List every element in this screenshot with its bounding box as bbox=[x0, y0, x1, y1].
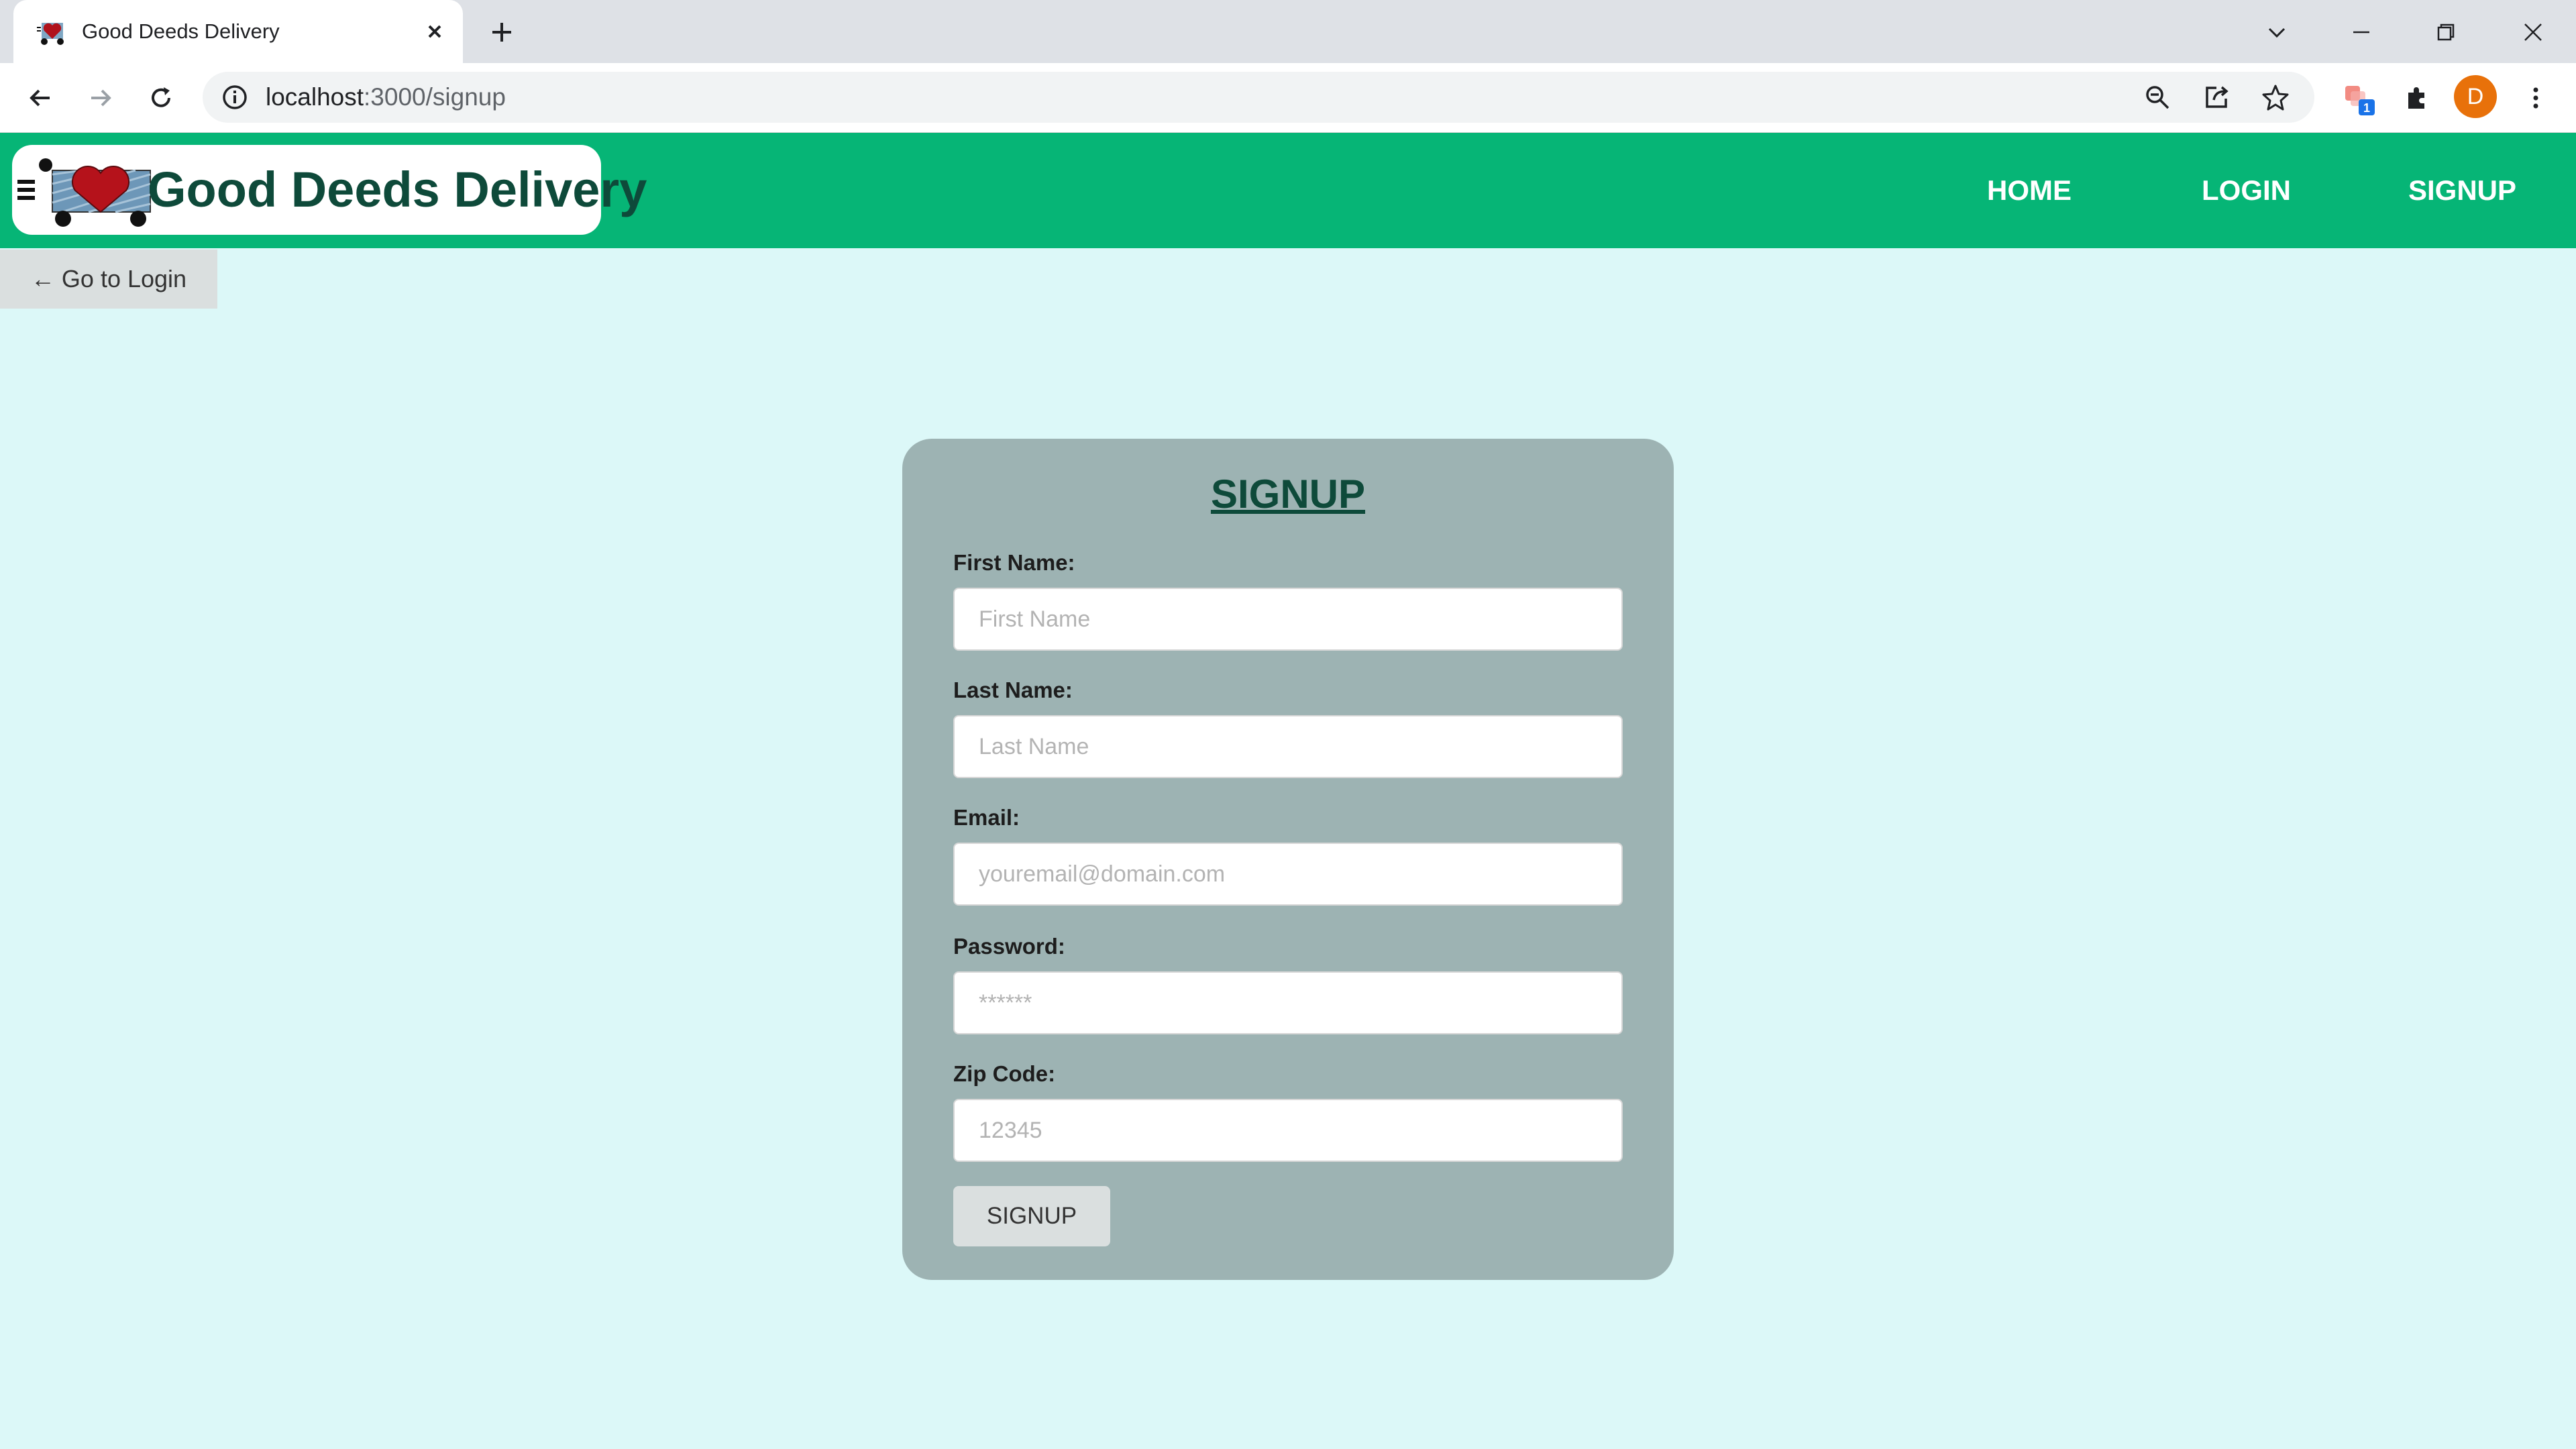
zip-code-label: Zip Code: bbox=[953, 1061, 1056, 1086]
share-icon[interactable] bbox=[2198, 78, 2235, 116]
first-name-label: First Name: bbox=[953, 550, 1075, 575]
signup-form-title: SIGNUP bbox=[1210, 472, 1366, 517]
signup-submit-button[interactable]: SIGNUP bbox=[953, 1186, 1110, 1246]
site-info-icon[interactable] bbox=[221, 84, 248, 111]
extension-badge: 1 bbox=[2363, 101, 2370, 115]
close-window-icon[interactable] bbox=[2512, 11, 2555, 54]
site-favicon-icon bbox=[37, 23, 64, 45]
browser-toolbar: localhost:3000/signup 1 bbox=[0, 63, 2576, 133]
brand-logo-link[interactable]: Good Deeds Delivery bbox=[12, 145, 647, 235]
extensions-puzzle-icon[interactable] bbox=[2395, 76, 2438, 119]
zoom-icon[interactable] bbox=[2139, 78, 2176, 116]
extension-icon[interactable]: 1 bbox=[2337, 76, 2380, 119]
email-label: Email: bbox=[953, 805, 1020, 830]
reload-icon[interactable] bbox=[140, 76, 182, 119]
nav-login-link[interactable]: LOGIN bbox=[2202, 133, 2291, 248]
url-text[interactable]: localhost:3000/signup bbox=[266, 72, 506, 123]
profile-avatar[interactable]: D bbox=[2454, 75, 2497, 118]
minimize-icon[interactable] bbox=[2340, 11, 2383, 54]
zip-code-input[interactable] bbox=[953, 1099, 1623, 1162]
new-tab-plus-icon[interactable] bbox=[486, 16, 518, 48]
browser-tab[interactable]: Good Deeds Delivery bbox=[13, 0, 463, 63]
site-header: Good Deeds Delivery HOME LOGIN SIGNUP bbox=[0, 133, 2576, 248]
password-label: Password: bbox=[953, 934, 1065, 959]
go-to-login-button[interactable]: ← Go to Login bbox=[0, 250, 217, 309]
browser-menu-icon[interactable] bbox=[2514, 76, 2557, 119]
email-input[interactable] bbox=[953, 843, 1623, 906]
tab-search-chevron-icon[interactable] bbox=[2255, 11, 2298, 54]
nav-home-link[interactable]: HOME bbox=[1987, 133, 2072, 248]
restore-icon[interactable] bbox=[2424, 11, 2467, 54]
back-arrow-icon[interactable] bbox=[19, 76, 62, 119]
signup-form-card: SIGNUP First Name: Last Name: Email: Pas… bbox=[902, 439, 1674, 1280]
nav-signup-link[interactable]: SIGNUP bbox=[2408, 133, 2516, 248]
tab-title: Good Deeds Delivery bbox=[82, 19, 280, 43]
last-name-label: Last Name: bbox=[953, 678, 1073, 702]
browser-tab-strip: Good Deeds Delivery bbox=[0, 0, 2576, 63]
password-input[interactable] bbox=[953, 971, 1623, 1034]
first-name-input[interactable] bbox=[953, 588, 1623, 651]
forward-arrow-icon[interactable] bbox=[79, 76, 122, 119]
close-tab-icon[interactable] bbox=[419, 15, 451, 48]
delivery-cart-heart-logo bbox=[17, 158, 151, 227]
bookmark-star-icon[interactable] bbox=[2257, 78, 2294, 116]
last-name-input[interactable] bbox=[953, 715, 1623, 778]
address-bar[interactable]: localhost:3000/signup bbox=[203, 72, 2314, 123]
brand-name: Good Deeds Delivery bbox=[148, 162, 647, 217]
